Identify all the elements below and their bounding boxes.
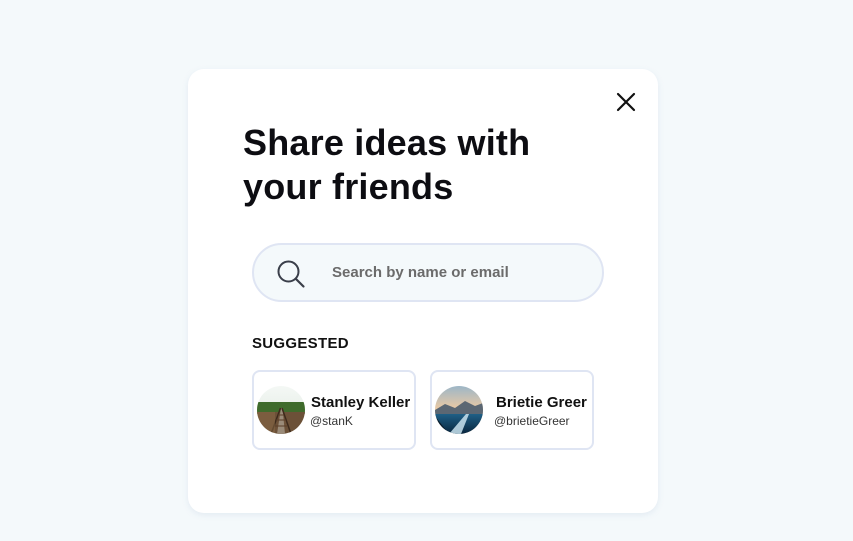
user-name: Stanley Keller: [311, 394, 411, 411]
modal-title: Share ideas with your friends: [243, 122, 531, 207]
suggested-label: SUGGESTED: [252, 335, 349, 352]
avatar: [435, 386, 483, 434]
user-handle: @brietieGreer: [494, 414, 570, 428]
user-handle: @stanK: [310, 414, 353, 428]
search-icon: [277, 260, 305, 288]
close-button[interactable]: [614, 90, 638, 114]
search-bar[interactable]: [252, 243, 604, 302]
suggested-user-card[interactable]: Stanley Keller @stanK: [252, 370, 416, 450]
user-name: Brietie Greer: [496, 394, 587, 411]
search-input[interactable]: [332, 245, 587, 300]
suggested-user-card[interactable]: Brietie Greer @brietieGreer: [430, 370, 594, 450]
avatar: [257, 386, 305, 434]
close-icon: [616, 92, 636, 112]
share-modal: Share ideas with your friends SUGGESTED: [188, 69, 658, 513]
